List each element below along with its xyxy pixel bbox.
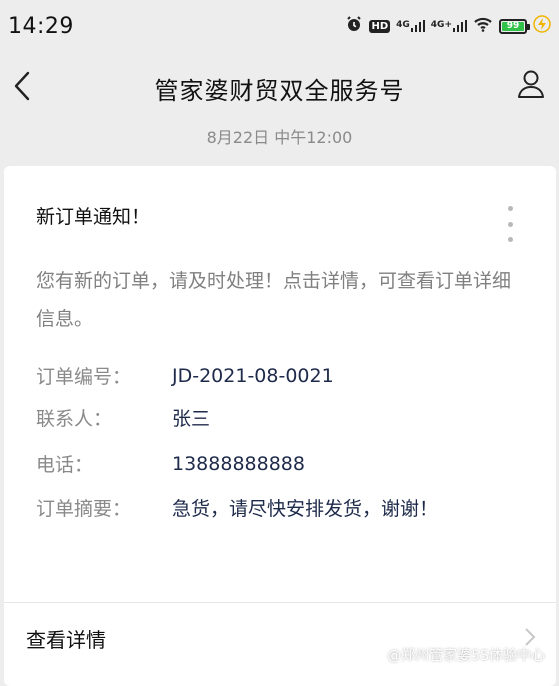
field-summary: 订单摘要： 急货，请尽快安排发货，谢谢！	[36, 494, 438, 521]
charging-icon	[533, 15, 551, 37]
field-value: 13888888888	[172, 453, 305, 475]
field-label: 联系人：	[36, 404, 172, 431]
order-notice-card[interactable]: 新订单通知！ 您有新的订单，请及时处理！点击详情，可查看订单详细信息。 订单编号…	[4, 166, 556, 686]
view-details-label: 查看详情	[26, 624, 106, 653]
signal-4g-plus-icon: 4G+	[431, 20, 467, 32]
field-contact: 联系人： 张三	[36, 404, 210, 431]
field-order-number: 订单编号： JD-2021-08-0021	[36, 362, 334, 389]
more-dot-icon	[508, 237, 513, 242]
page-title: 管家婆财贸双全服务号	[155, 71, 405, 106]
chevron-right-icon	[524, 627, 536, 647]
status-icons: HD 4G 4G+ 99	[345, 15, 551, 37]
card-description: 您有新的订单，请及时处理！点击详情，可查看订单详细信息。	[36, 262, 526, 338]
more-options-button[interactable]	[502, 206, 518, 242]
field-value: 张三	[172, 404, 210, 431]
field-label: 订单摘要：	[36, 494, 172, 521]
chevron-left-icon	[12, 70, 32, 102]
weibo-logo-icon	[361, 646, 383, 664]
alarm-icon	[345, 15, 363, 37]
more-dot-icon	[508, 222, 513, 227]
status-bar: 14:29 HD 4G 4G+ 99	[0, 0, 559, 52]
nav-bar: 管家婆财贸双全服务号	[0, 52, 559, 124]
watermark: @郑州管家婆5S体验中心	[361, 645, 545, 665]
profile-button[interactable]	[509, 62, 553, 106]
net-type-label-2: 4G+	[431, 20, 452, 30]
card-title: 新订单通知！	[36, 202, 150, 229]
field-value: 急货，请尽快安排发货，谢谢！	[172, 494, 438, 521]
battery-level: 99	[502, 22, 524, 31]
field-phone: 电话： 13888888888	[36, 450, 305, 477]
field-label: 电话：	[36, 450, 172, 477]
more-dot-icon	[508, 206, 513, 211]
message-timestamp: 8月22日 中午12:00	[0, 124, 559, 148]
watermark-text: @郑州管家婆5S体验中心	[387, 645, 545, 665]
hd-icon: HD	[369, 20, 390, 33]
battery-icon: 99	[499, 19, 527, 34]
field-value: JD-2021-08-0021	[172, 365, 334, 387]
back-button[interactable]	[0, 64, 44, 108]
user-icon	[516, 69, 546, 99]
status-time: 14:29	[8, 14, 74, 39]
field-label: 订单编号：	[36, 362, 172, 389]
net-type-label: 4G	[396, 20, 410, 30]
signal-4g-icon: 4G	[396, 20, 425, 32]
wifi-icon	[473, 16, 493, 36]
